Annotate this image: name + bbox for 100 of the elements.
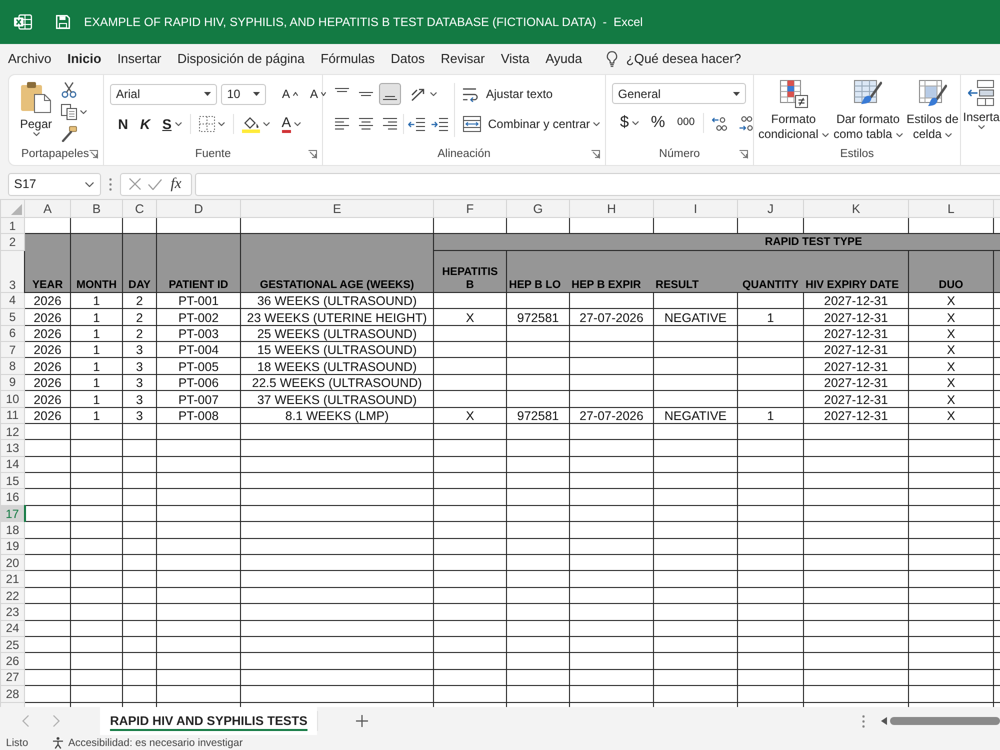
save-icon[interactable]	[56, 15, 70, 29]
thousands-button[interactable]: 000	[673, 112, 699, 134]
underline-button[interactable]: S	[158, 113, 186, 135]
styles-button[interactable]: Formato condicional	[755, 78, 832, 144]
row-header[interactable]: 17	[0, 505, 24, 522]
row-header[interactable]: 4	[0, 292, 24, 309]
row-header[interactable]: 5	[0, 308, 24, 326]
font-color-button[interactable]: A	[278, 113, 305, 135]
column-header[interactable]: I	[654, 200, 738, 218]
row-header[interactable]: 28	[0, 686, 24, 702]
column-header[interactable]: F	[434, 200, 506, 218]
styles-button[interactable]: Estilos de celda	[904, 78, 961, 144]
merge-center-button[interactable]: Combinar y centrar	[459, 113, 604, 135]
styles-button[interactable]: Dar formato como tabla	[832, 78, 904, 144]
insert-function-button[interactable]: fx	[168, 175, 184, 193]
row-header[interactable]: 21	[0, 570, 24, 588]
ribbon-tab[interactable]: Vista	[492, 44, 538, 74]
column-header[interactable]: C	[122, 200, 156, 218]
formula-field[interactable]	[195, 172, 1000, 196]
bold-button[interactable]: N	[114, 113, 132, 135]
table-cell: 2026	[24, 308, 70, 326]
ribbon-tab[interactable]: Fórmulas	[312, 44, 383, 74]
scroll-left-icon[interactable]	[881, 717, 887, 725]
row-header[interactable]: 18	[0, 522, 24, 538]
column-header[interactable]: L	[908, 200, 994, 218]
font-name-dropdown[interactable]: Arial	[110, 84, 217, 104]
column-header[interactable]: A	[24, 200, 70, 218]
row-header[interactable]: 27	[0, 669, 24, 686]
ribbon-tab[interactable]: Revisar	[432, 44, 493, 74]
scrollbar-thumb[interactable]	[890, 717, 1000, 725]
column-header[interactable]: H	[570, 200, 654, 218]
row-header[interactable]: 25	[0, 636, 24, 653]
enter-icon[interactable]	[148, 178, 162, 190]
italic-button[interactable]: K	[136, 113, 154, 135]
grow-font-button[interactable]: A	[278, 83, 302, 105]
dialog-launcher-icon[interactable]	[89, 150, 98, 159]
table-cell: 1	[70, 292, 122, 309]
plus-icon[interactable]	[356, 715, 368, 727]
cancel-icon[interactable]	[128, 178, 141, 190]
ribbon-tab[interactable]: Datos	[382, 44, 433, 74]
column-header[interactable]: D	[156, 200, 240, 218]
ribbon-tab[interactable]: Insertar	[109, 44, 170, 74]
tell-me-search[interactable]: ¿Qué desea hacer?	[602, 45, 746, 73]
accessibility-status[interactable]: Accesibilidad: es necesario investigar	[68, 736, 243, 750]
vertical-align-button[interactable]	[379, 83, 401, 105]
row-header[interactable]: 19	[0, 538, 24, 555]
table-cell: 27-07-2026	[570, 308, 654, 326]
dialog-launcher-icon[interactable]	[739, 150, 748, 159]
accessibility-icon[interactable]	[52, 736, 64, 748]
shrink-font-button[interactable]: A	[306, 83, 330, 105]
table-cell: 2	[122, 325, 156, 342]
table-cell: 2027-12-31	[804, 341, 908, 358]
row-header[interactable]: 7	[0, 341, 24, 358]
column-header[interactable]: B	[70, 200, 122, 218]
column-header[interactable]: E	[240, 200, 434, 218]
row-header[interactable]: 23	[0, 604, 24, 620]
row-header[interactable]: 20	[0, 554, 24, 571]
row-header[interactable]: 10	[0, 390, 24, 408]
ribbon-tab[interactable]: Disposición de página	[169, 44, 313, 74]
row-header[interactable]: 11	[0, 407, 24, 424]
table-cell: 18 WEEKS (ULTRASOUND)	[240, 358, 434, 374]
row-header[interactable]: 26	[0, 652, 24, 670]
row-header[interactable]: 14	[0, 456, 24, 473]
table-cell: 1	[70, 407, 122, 424]
row-header[interactable]: 8	[0, 358, 24, 374]
row-header[interactable]: 24	[0, 620, 24, 636]
text-angle-icon	[411, 88, 427, 100]
paste-button[interactable]: Pegar	[19, 79, 54, 144]
row-header[interactable]: 3	[0, 250, 24, 292]
row-header[interactable]: 2	[0, 234, 24, 250]
row-header[interactable]: 22	[0, 587, 24, 604]
row-header[interactable]: 6	[0, 325, 24, 342]
ribbon-tab[interactable]: Ayuda	[538, 44, 590, 74]
currency-button[interactable]: $	[616, 112, 643, 134]
insert-button[interactable]: Inserta	[962, 78, 1000, 144]
row-header[interactable]: 13	[0, 440, 24, 456]
row-header[interactable]: 1	[0, 218, 24, 234]
wrap-text-button[interactable]: Ajustar texto	[459, 83, 604, 105]
row-header[interactable]: 9	[0, 374, 24, 391]
table-cell: X	[908, 390, 994, 408]
sheet-tab[interactable]: RAPID HIV AND SYPHILIS TESTS	[100, 707, 318, 735]
column-header[interactable]: J	[738, 200, 804, 218]
column-header[interactable]: K	[804, 200, 908, 218]
more-options-icon[interactable]	[862, 714, 865, 728]
column-header[interactable]: G	[506, 200, 570, 218]
paintbrush-icon	[61, 126, 78, 142]
dialog-launcher-icon[interactable]	[591, 150, 600, 159]
align-right-icon	[383, 118, 397, 130]
number-format-dropdown[interactable]: General	[612, 83, 746, 104]
more-options-icon[interactable]	[109, 178, 112, 190]
row-header[interactable]: 16	[0, 488, 24, 506]
clipboard-icon	[21, 81, 52, 113]
row-header[interactable]: 15	[0, 472, 24, 489]
name-box[interactable]: S17	[8, 172, 101, 196]
font-size-dropdown[interactable]: 10	[221, 84, 266, 104]
ribbon-tab[interactable]: Inicio	[59, 44, 110, 74]
dialog-launcher-icon[interactable]	[308, 150, 317, 159]
row-header[interactable]: 12	[0, 423, 24, 440]
percent-button[interactable]: %	[646, 112, 670, 134]
ribbon-tab[interactable]: Archivo	[0, 44, 60, 74]
